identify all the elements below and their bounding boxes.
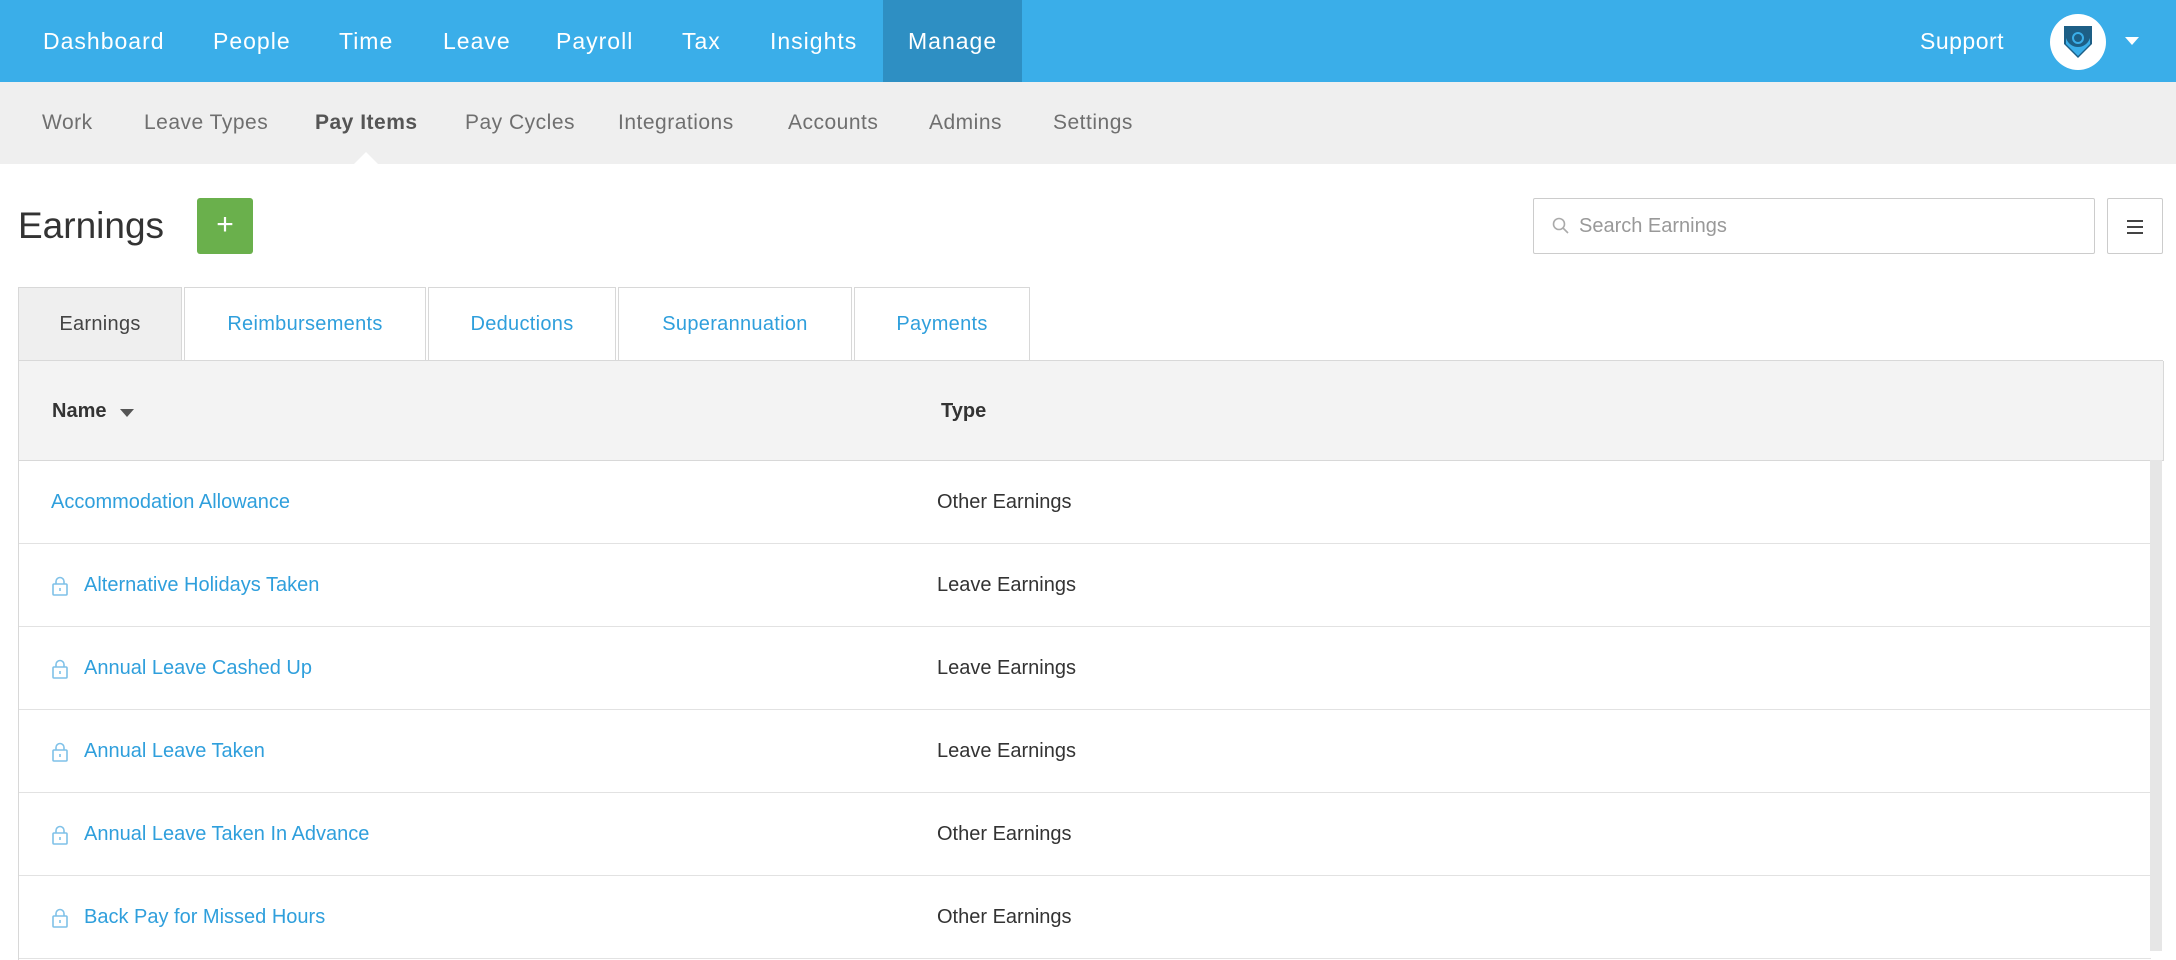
table-header: Name Type bbox=[19, 361, 2164, 461]
earning-name-link[interactable]: Accommodation Allowance bbox=[51, 461, 290, 543]
nav-time[interactable]: Time bbox=[314, 0, 418, 82]
tab-deductions[interactable]: Deductions bbox=[428, 287, 616, 361]
subnav-work[interactable]: Work bbox=[18, 82, 117, 164]
earning-type: Other Earnings bbox=[937, 823, 1072, 845]
nav-leave[interactable]: Leave bbox=[418, 0, 536, 82]
nav-people[interactable]: People bbox=[188, 0, 316, 82]
earnings-table: Name Type Accommodation Allowance Other E… bbox=[18, 360, 2164, 960]
tab-reimbursements[interactable]: Reimbursements bbox=[184, 287, 426, 361]
hamburger-icon-bar bbox=[2127, 232, 2143, 234]
earning-type: Other Earnings bbox=[937, 906, 1072, 928]
table-row[interactable]: Annual Leave Taken In Advance Other Earni… bbox=[19, 793, 2151, 876]
nav-dashboard[interactable]: Dashboard bbox=[18, 0, 190, 82]
sub-navigation: Work Leave Types Pay Items Pay Cycles In… bbox=[0, 82, 2176, 164]
tab-earnings[interactable]: Earnings bbox=[18, 287, 182, 362]
subnav-integrations[interactable]: Integrations bbox=[594, 82, 758, 164]
lock-icon bbox=[51, 576, 69, 601]
search-box bbox=[1533, 198, 2095, 254]
active-subnav-pointer bbox=[354, 152, 378, 164]
tab-superannuation[interactable]: Superannuation bbox=[618, 287, 852, 361]
search-input[interactable] bbox=[1579, 199, 2079, 253]
account-dropdown-caret-icon[interactable] bbox=[2125, 37, 2139, 45]
nav-manage[interactable]: Manage bbox=[883, 0, 1023, 82]
options-menu-button[interactable] bbox=[2107, 198, 2163, 254]
lock-icon bbox=[51, 825, 69, 850]
earning-type: Other Earnings bbox=[937, 491, 1072, 513]
earning-type: Leave Earnings bbox=[937, 657, 1076, 679]
nav-tax[interactable]: Tax bbox=[657, 0, 746, 82]
subnav-settings[interactable]: Settings bbox=[1029, 82, 1157, 164]
search-icon bbox=[1552, 217, 1569, 234]
nav-payroll[interactable]: Payroll bbox=[531, 0, 658, 82]
page-title: Earnings bbox=[18, 205, 165, 246]
table-scrollbar[interactable] bbox=[2150, 460, 2162, 951]
earning-name-link[interactable]: Annual Leave Taken bbox=[84, 710, 265, 792]
top-navigation: Dashboard People Time Leave Payroll Tax … bbox=[0, 0, 2176, 82]
tab-payments[interactable]: Payments bbox=[854, 287, 1030, 361]
column-header-type[interactable]: Type bbox=[941, 361, 986, 461]
earning-name-link[interactable]: Alternative Holidays Taken bbox=[84, 544, 319, 626]
lock-icon bbox=[51, 742, 69, 767]
earning-name-link[interactable]: Annual Leave Cashed Up bbox=[84, 627, 312, 709]
table-row[interactable]: Back Pay for Missed Hours Other Earnings bbox=[19, 876, 2151, 959]
subnav-pay-cycles[interactable]: Pay Cycles bbox=[441, 82, 599, 164]
hamburger-icon bbox=[2127, 220, 2143, 222]
table-row[interactable]: Annual Leave Taken Leave Earnings bbox=[19, 710, 2151, 793]
earning-type: Leave Earnings bbox=[937, 740, 1076, 762]
support-link[interactable]: Support bbox=[1896, 0, 2028, 82]
sort-descending-icon[interactable] bbox=[120, 409, 134, 417]
add-earning-button[interactable]: + bbox=[197, 198, 253, 254]
user-shield-icon bbox=[2064, 26, 2092, 58]
subnav-accounts[interactable]: Accounts bbox=[764, 82, 902, 164]
table-row[interactable]: Accommodation Allowance Other Earnings bbox=[19, 461, 2151, 544]
avatar[interactable] bbox=[2050, 14, 2106, 70]
subnav-leave-types[interactable]: Leave Types bbox=[120, 82, 292, 164]
column-header-name[interactable]: Name bbox=[52, 361, 106, 461]
hamburger-icon-bar bbox=[2127, 226, 2143, 228]
nav-insights[interactable]: Insights bbox=[745, 0, 882, 82]
table-row[interactable]: Annual Leave Cashed Up Leave Earnings bbox=[19, 627, 2151, 710]
lock-icon bbox=[51, 908, 69, 933]
earning-name-link[interactable]: Annual Leave Taken In Advance bbox=[84, 793, 369, 875]
lock-icon bbox=[51, 659, 69, 684]
table-row[interactable]: Alternative Holidays Taken Leave Earnings bbox=[19, 544, 2151, 627]
subnav-admins[interactable]: Admins bbox=[905, 82, 1026, 164]
earning-name-link[interactable]: Back Pay for Missed Hours bbox=[84, 876, 325, 958]
earning-type: Leave Earnings bbox=[937, 574, 1076, 596]
